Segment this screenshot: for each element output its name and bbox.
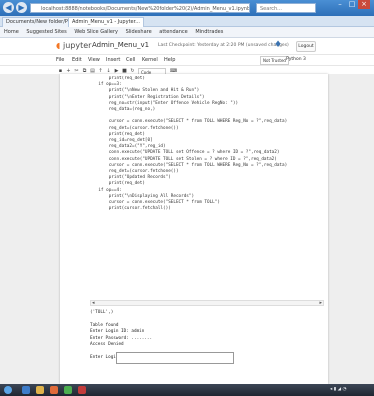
browser-window: ◀ ▶ localhost:8888/notebooks/Documents/N… [0, 0, 374, 384]
jupyter-logo-icon[interactable]: ◖ [56, 41, 62, 50]
start-icon[interactable] [4, 386, 12, 394]
tab-admin-menu[interactable]: Admin_Menu_v1 - Jupyter... [68, 17, 144, 27]
app2-icon[interactable] [78, 386, 86, 394]
minimize-icon[interactable]: – [334, 0, 346, 9]
python-logo-icon: ♦ [274, 40, 283, 50]
cell-output: ('TOLL',) Table found Enter Login ID: adm… [90, 310, 324, 355]
menu-kernel[interactable]: Kernel [142, 55, 158, 65]
media-icon[interactable] [50, 386, 58, 394]
close-icon[interactable]: × [358, 0, 370, 9]
taskbar: ◂ ▮ ◢ ◔ [0, 384, 374, 396]
browser-titlebar: ◀ ▶ localhost:8888/notebooks/Documents/N… [0, 0, 374, 16]
menu-cell[interactable]: Cell [126, 55, 135, 65]
notebook-name[interactable]: Admin_Menu_v1 [92, 41, 149, 49]
search-box[interactable]: Search... [256, 3, 316, 13]
horizontal-scrollbar[interactable]: ◂ ▸ [90, 300, 324, 306]
favorite-web-slice-gallery[interactable]: Web Slice Gallery [74, 29, 118, 35]
tab-strip: Documents/New folder/Pu... Admin_Menu_v1… [0, 16, 374, 27]
favorite-home[interactable]: Home [4, 29, 19, 35]
login-id-input[interactable] [116, 352, 234, 364]
forward-arrow-icon[interactable]: ▶ [16, 2, 27, 13]
scroll-right-icon[interactable]: ▸ [319, 300, 322, 306]
checkpoint-status: Last Checkpoint: Yesterday at 2:20 PM (u… [158, 43, 289, 48]
scroll-left-icon[interactable]: ◂ [92, 300, 95, 306]
menu-insert[interactable]: Insert [106, 55, 120, 65]
favorite-mindtrades[interactable]: Mindtrades [195, 29, 223, 35]
maximize-icon[interactable]: □ [346, 0, 358, 9]
app-icon[interactable] [64, 386, 72, 394]
notebook-page: print(req_det) if op==3: print("\nNew St… [60, 74, 328, 384]
explorer-icon[interactable] [36, 386, 44, 394]
jupyter-logo-text[interactable]: jupyter [63, 41, 91, 50]
menu-help[interactable]: Help [164, 55, 175, 65]
favorites-bar: Home Suggested Sites Web Slice Gallery S… [0, 27, 374, 38]
favorite-suggested-sites[interactable]: Suggested Sites [26, 29, 66, 35]
notebook-area: print(req_det) if op==3: print("\nNew St… [0, 74, 374, 384]
menu-file[interactable]: File [56, 55, 64, 65]
logout-button[interactable]: Logout [296, 41, 316, 52]
ie-icon[interactable] [22, 386, 30, 394]
notebook-menubar: File Edit View Insert Cell Kernel Help N… [0, 55, 374, 66]
back-arrow-icon[interactable]: ◀ [3, 2, 14, 13]
menu-view[interactable]: View [88, 55, 100, 65]
favorite-slideshare[interactable]: Slideshare [126, 29, 152, 35]
kernel-indicator: Python 3 [286, 57, 306, 62]
code-line: print(cursor.fetchall()) [88, 206, 171, 212]
system-tray[interactable]: ◂ ▮ ◢ ◔ [330, 387, 346, 392]
address-bar[interactable]: localhost:8888/notebooks/Documents/New%2… [30, 3, 250, 13]
trusted-badge[interactable]: Not Trusted [260, 56, 289, 65]
jupyter-header: ◖ jupyter Admin_Menu_v1 Last Checkpoint:… [0, 38, 374, 55]
menu-edit[interactable]: Edit [72, 55, 82, 65]
code-cell[interactable]: print(req_det) if op==3: print("\nNew St… [88, 76, 324, 212]
favorite-attendance[interactable]: attendance [159, 29, 187, 35]
